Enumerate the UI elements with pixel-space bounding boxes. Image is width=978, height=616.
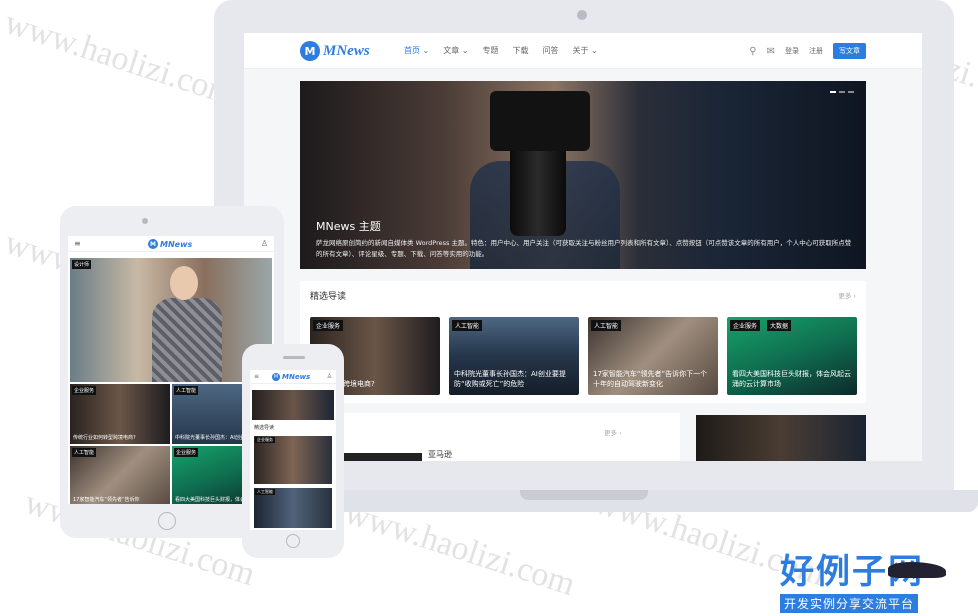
phone-home-button <box>286 534 300 548</box>
camera-body <box>490 91 590 151</box>
card-tag: 人工智能 <box>174 386 199 395</box>
tablet-header: ≡ M MNews ♙ <box>68 236 274 252</box>
search-icon[interactable]: ⚲ <box>749 46 756 57</box>
tablet-card[interactable]: 人工智能 17家智能汽车“领先者”告诉你 <box>70 446 170 504</box>
card-tag: 人工智能 <box>72 448 97 457</box>
promo-canvas: www.haolizi.com www.haolizi.com www.haol… <box>0 0 978 616</box>
card-tag: 企业服务 <box>255 437 275 443</box>
main-menu: 首页 ⌄ 文章 ⌄ 专题 下载 问答 关于 ⌄ <box>404 45 598 56</box>
logo-text: MNews <box>323 42 370 59</box>
featured-section: 精选导读 更多 › 企业服务 如何转型跨境电商? 人工智能 中科院光董事长孙国杰… <box>300 281 866 403</box>
phone-logo[interactable]: M MNews <box>272 373 310 381</box>
phone-card[interactable]: 企业服务 <box>254 436 332 484</box>
register-link[interactable]: 注册 <box>809 46 823 56</box>
brand-logo: 好例子网 开发实例分享交流平台 <box>780 544 940 613</box>
hero-person <box>152 298 222 382</box>
tablet-card[interactable]: 企业服务 传统行业如何转型跨境电商? <box>70 384 170 444</box>
menu-item-topics[interactable]: 专题 <box>483 45 499 56</box>
logo-text: MNews <box>160 239 193 249</box>
card-tag: 企业服务 <box>313 320 344 331</box>
hero-title[interactable]: MNews 主题 <box>316 218 381 234</box>
card-tag: 企业服务 <box>72 386 97 395</box>
user-icon[interactable]: ♙ <box>327 373 332 380</box>
article-list: 亚马逊 <box>300 413 680 461</box>
logo-mark: M <box>148 239 158 249</box>
featured-more-link[interactable]: 更多 › <box>838 290 856 300</box>
sidebar-image[interactable] <box>696 415 866 461</box>
laptop-notch <box>520 490 648 500</box>
featured-card[interactable]: 企业服务 大数据 看四大美国科技巨头财报，体会风起云涌的云计算市场 <box>727 317 857 395</box>
card-tag: 企业服务 <box>730 320 761 331</box>
menu-item-home[interactable]: 首页 ⌄ <box>404 45 429 56</box>
phone-header: ≡ M MNews ♙ <box>250 370 336 384</box>
card-tag: 人工智能 <box>591 320 622 331</box>
card-title: 看四大美国科技巨头财报，体会风起云涌的云计算市场 <box>732 370 851 388</box>
tablet-logo[interactable]: M MNews <box>148 239 192 249</box>
menu-icon[interactable]: ≡ <box>74 239 81 248</box>
hero-tag: 设计师 <box>72 260 92 269</box>
featured-cards: 企业服务 如何转型跨境电商? 人工智能 中科院光董事长孙国杰：AI创业要提防“收… <box>310 317 857 395</box>
phone-card[interactable]: 人工智能 <box>254 488 332 528</box>
hero-slider[interactable]: MNews 主题 萨龙网络原创简约的新闻自媒体类 WordPress 主题。特色… <box>300 81 866 269</box>
phone-screen: ≡ M MNews ♙ 精选导读 企业服务 人工智能 <box>250 370 336 530</box>
logo-mark: M <box>272 373 280 381</box>
card-tag: 大数据 <box>767 320 792 331</box>
card-tag: 企业服务 <box>174 448 199 457</box>
phone-speaker <box>283 356 305 359</box>
tablet-camera <box>142 218 148 224</box>
card-title: 17家智能汽车“领先者”告诉你 <box>73 497 140 503</box>
featured-card[interactable]: 人工智能 中科院光董事长孙国杰：AI创业要提防“收购或死亡”的危险 <box>449 317 579 395</box>
write-article-button[interactable]: 写文章 <box>833 43 866 59</box>
nav-actions: ⚲ ✉ 登录 注册 写文章 <box>749 43 866 59</box>
menu-item-about[interactable]: 关于 ⌄ <box>573 45 598 56</box>
phone-section-title: 精选导读 <box>254 425 275 431</box>
article-heading[interactable]: 亚马逊 <box>428 449 452 460</box>
watermark: www.haolizi.com <box>0 3 240 114</box>
slider-dots[interactable] <box>830 91 854 93</box>
laptop-screen: M MNews 首页 ⌄ 文章 ⌄ 专题 下载 问答 关于 ⌄ ⚲ ✉ 登录 注… <box>244 33 922 461</box>
site-logo[interactable]: M MNews <box>300 41 370 61</box>
tablet-home-button <box>158 512 176 530</box>
menu-item-articles[interactable]: 文章 ⌄ <box>443 45 468 56</box>
menu-item-download[interactable]: 下载 <box>513 45 529 56</box>
wechat-icon[interactable]: ✉ <box>767 46 775 57</box>
featured-card[interactable]: 人工智能 17家智能汽车“领先者”告诉你下一个十年的自动驾驶新变化 <box>588 317 718 395</box>
card-title: 中科院光董事长孙国杰：AI创业要提防“收购或死亡”的危险 <box>454 370 566 388</box>
list-more-link[interactable]: 更多 › <box>604 427 622 437</box>
card-tag: 人工智能 <box>255 489 275 495</box>
card-title: 17家智能汽车“领先者”告诉你下一个十年的自动驾驶新变化 <box>593 370 708 388</box>
hero-description: 萨龙网络原创简约的新闻自媒体类 WordPress 主题。特色：用户中心、用户关… <box>316 239 852 258</box>
car-icon <box>888 562 946 578</box>
user-icon[interactable]: ♙ <box>261 239 268 248</box>
menu-item-qa[interactable]: 问答 <box>543 45 559 56</box>
phone-hero[interactable] <box>252 390 334 420</box>
login-link[interactable]: 登录 <box>785 46 799 56</box>
featured-title: 精选导读 <box>310 292 347 302</box>
card-tag: 人工智能 <box>452 320 483 331</box>
article-thumb[interactable] <box>344 453 422 461</box>
brand-slogan: 开发实例分享交流平台 <box>780 594 919 613</box>
hero-face <box>170 266 198 300</box>
menu-icon[interactable]: ≡ <box>254 373 259 380</box>
laptop-camera <box>577 10 587 20</box>
top-nav: M MNews 首页 ⌄ 文章 ⌄ 专题 下载 问答 关于 ⌄ ⚲ ✉ 登录 注… <box>244 33 922 69</box>
logo-text: MNews <box>282 373 311 381</box>
logo-mark: M <box>300 41 320 61</box>
card-title: 传统行业如何转型跨境电商? <box>73 435 136 441</box>
